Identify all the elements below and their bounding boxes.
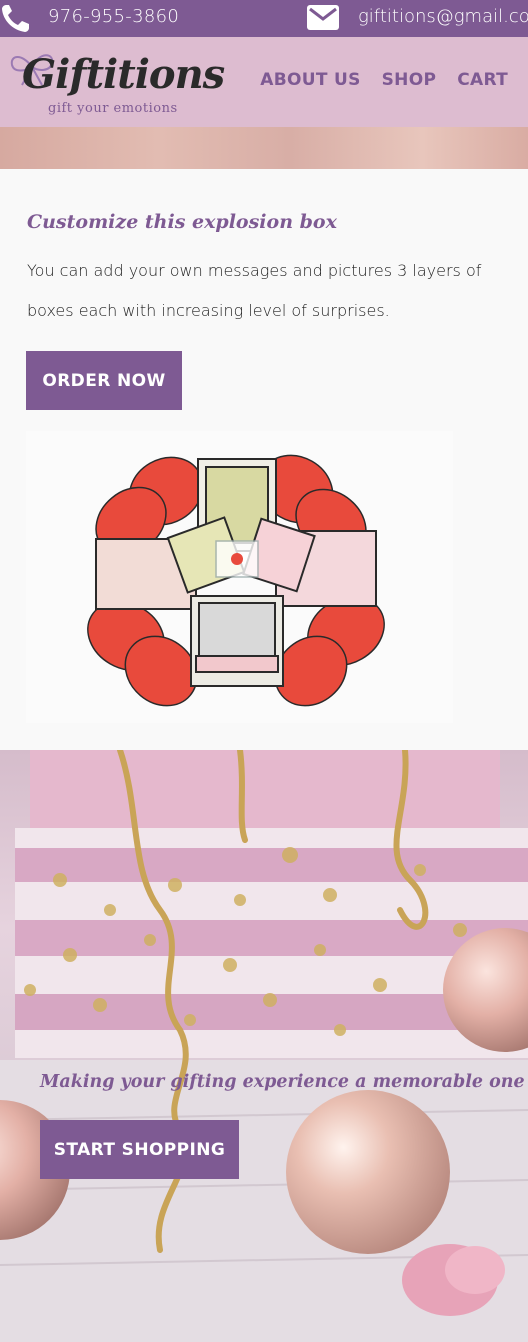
- brand-name: Giftitions: [22, 51, 225, 98]
- main-nav: ABOUT US SHOP CART: [260, 70, 508, 90]
- nav-about-us[interactable]: ABOUT US: [260, 70, 360, 90]
- banner-strip: [0, 127, 528, 169]
- product-description: You can add your own messages and pictur…: [27, 261, 482, 320]
- email-address[interactable]: giftitions@gmail.com: [358, 6, 528, 27]
- nav-shop[interactable]: SHOP: [382, 70, 437, 90]
- start-shopping-button[interactable]: START SHOPPING: [40, 1120, 239, 1179]
- hero-tagline: Making your gifting experience a memorab…: [40, 1072, 525, 1092]
- explosion-box-image: [26, 431, 453, 723]
- nav-cart[interactable]: CART: [457, 70, 508, 90]
- product-headline: Customize this explosion box: [27, 211, 337, 233]
- contact-bar: 976-955-3860 giftitions@gmail.com: [0, 0, 528, 37]
- brand-tagline: gift your emotions: [48, 101, 178, 116]
- logo[interactable]: Giftitions gift your emotions: [8, 43, 225, 123]
- order-now-button[interactable]: ORDER NOW: [26, 351, 182, 410]
- envelope-icon[interactable]: [307, 5, 339, 30]
- gift-background-image: [0, 750, 528, 1342]
- site-header: Giftitions gift your emotions ABOUT US S…: [0, 37, 528, 127]
- product-section: Customize this explosion box You can add…: [0, 169, 528, 750]
- phone-icon[interactable]: [0, 2, 32, 34]
- hero-section: Making your gifting experience a memorab…: [0, 750, 528, 1342]
- phone-number[interactable]: 976-955-3860: [48, 6, 179, 27]
